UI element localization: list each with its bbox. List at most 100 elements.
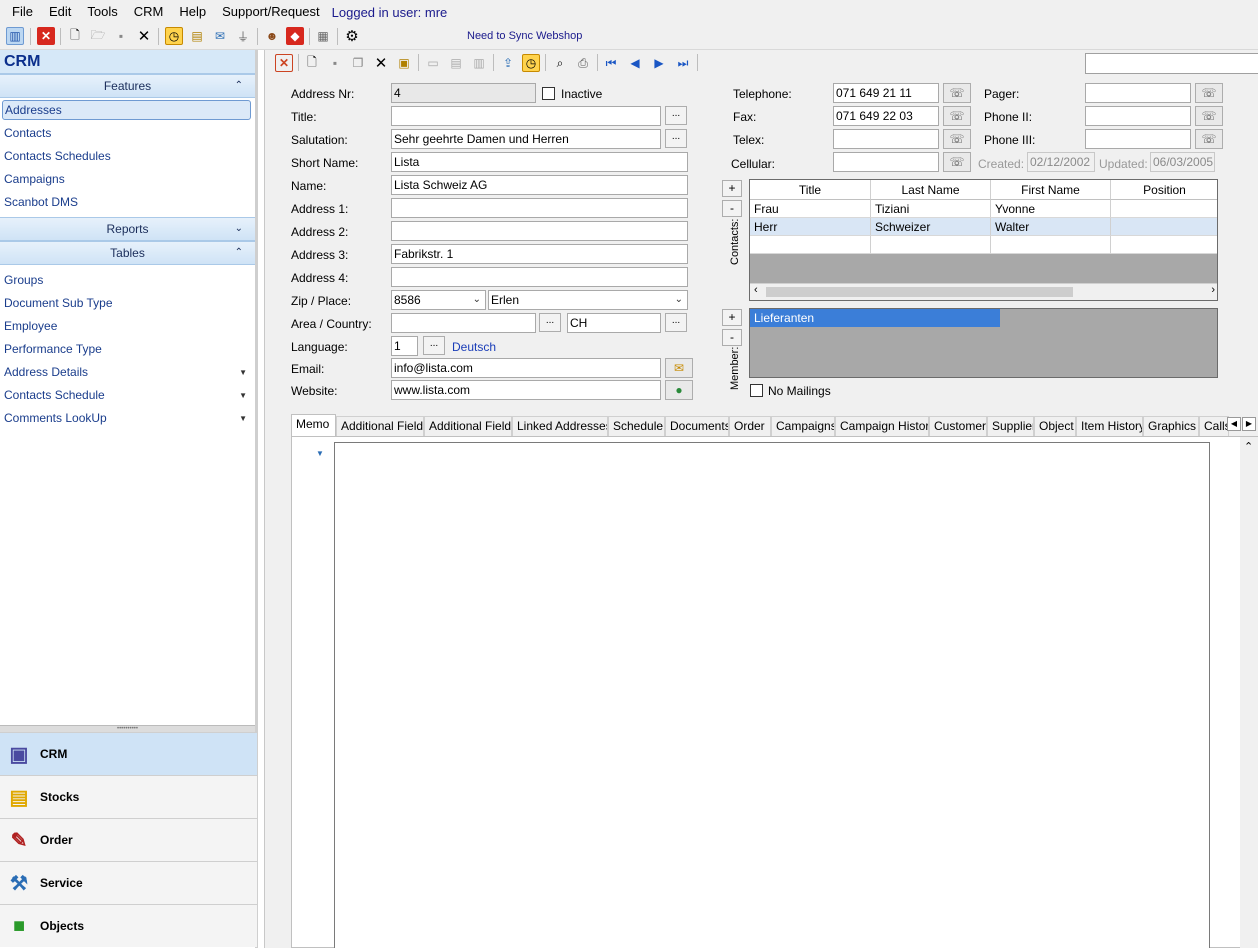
no-mailings-checkbox[interactable] <box>750 384 763 397</box>
short-name-field[interactable]: Lista <box>391 152 688 172</box>
dial-telephone-icon[interactable]: ☏ <box>943 83 971 103</box>
open-folder-icon[interactable]: 🗁 <box>89 27 107 45</box>
tab-linked-addresses[interactable]: Linked Addresses <box>512 416 608 436</box>
telephone-field[interactable]: 071 649 21 11 <box>833 83 939 103</box>
area-lookup-button[interactable]: ... <box>539 313 561 332</box>
table-cell[interactable] <box>1111 200 1217 218</box>
dial-phone2-icon[interactable]: ☏ <box>1195 106 1223 126</box>
tab-campaigns[interactable]: Campaigns <box>771 416 835 436</box>
menu-support-request[interactable]: Support/Request <box>214 0 328 24</box>
pager-field[interactable] <box>1085 83 1191 103</box>
address4-field[interactable] <box>391 267 688 287</box>
memo-textarea[interactable] <box>334 442 1210 948</box>
sidebar-item-document-sub-type[interactable]: Document Sub Type <box>0 292 255 315</box>
menu-edit[interactable]: Edit <box>41 0 79 24</box>
address1-field[interactable] <box>391 198 688 218</box>
tab-scroll-right-icon[interactable]: ▶ <box>1242 417 1256 431</box>
module-stocks[interactable]: ▤ Stocks <box>0 775 257 818</box>
grid-icon[interactable]: ▦ <box>314 27 332 45</box>
title-lookup-button[interactable]: ... <box>665 106 687 125</box>
tab-additional-fields-2[interactable]: Additional Fields <box>424 416 512 436</box>
tab-additional-fields-1[interactable]: Additional Fields <box>336 416 424 436</box>
sidebar-item-performance-type[interactable]: Performance Type <box>0 338 255 361</box>
sync-webshop-link[interactable]: Need to Sync Webshop <box>467 30 582 42</box>
module-order[interactable]: ✎ Order <box>0 818 257 861</box>
sidebar-item-contacts[interactable]: Contacts <box>0 122 255 145</box>
sidebar-item-scanbot-dms[interactable]: Scanbot DMS <box>0 191 255 214</box>
tab-object[interactable]: Object <box>1034 416 1076 436</box>
scroll-right-icon[interactable]: › <box>1211 284 1215 296</box>
mail-icon[interactable]: ✉ <box>211 27 229 45</box>
gear-icon[interactable]: ⚙ <box>343 27 361 45</box>
address2-field[interactable] <box>391 221 688 241</box>
language-lookup-button[interactable]: ... <box>423 336 445 355</box>
menu-tools[interactable]: Tools <box>79 0 125 24</box>
tab-scroll-left-icon[interactable]: ◀ <box>1227 417 1241 431</box>
sidebar-item-contacts-schedules[interactable]: Contacts Schedules <box>0 145 255 168</box>
next-record-icon[interactable]: ▶ <box>650 54 668 72</box>
last-record-icon[interactable]: ⏭ <box>674 54 692 72</box>
tab-calls[interactable]: Calls <box>1199 416 1229 436</box>
module-crm[interactable]: ▣ CRM <box>0 732 257 775</box>
tab-memo[interactable]: Memo <box>291 414 336 437</box>
sidebar-item-contacts-schedule[interactable]: Contacts Schedule ▼ <box>0 384 255 407</box>
sidebar-item-employee[interactable]: Employee <box>0 315 255 338</box>
red-diamond-icon[interactable]: ◆ <box>286 27 304 45</box>
quick-search-input[interactable] <box>1085 53 1258 74</box>
sidebar-splitter[interactable]: •••••••••• <box>0 725 255 732</box>
dial-telex-icon[interactable]: ☏ <box>943 129 971 149</box>
tab-campaign-history[interactable]: Campaign History <box>835 416 929 436</box>
address-nr-field[interactable]: 4 <box>391 83 536 103</box>
dial-cellular-icon[interactable]: ☏ <box>943 152 971 172</box>
new-row-cell[interactable] <box>871 236 991 254</box>
remove-member-button[interactable]: - <box>722 329 742 346</box>
email-field[interactable]: info@lista.com <box>391 358 661 378</box>
table-cell[interactable] <box>1111 218 1217 236</box>
table-cell[interactable]: Tiziani <box>871 200 991 218</box>
reports-group-header[interactable]: Reports ⌄ <box>0 217 255 241</box>
sidebar-item-campaigns[interactable]: Campaigns <box>0 168 255 191</box>
delete-record-icon[interactable]: ✕ <box>372 54 390 72</box>
paste-icon[interactable]: ▣ <box>395 54 413 72</box>
module-objects[interactable]: ■ Objects <box>0 904 257 947</box>
clock-icon[interactable]: ◷ <box>165 27 183 45</box>
tab-graphics[interactable]: Graphics <box>1143 416 1199 436</box>
dial-pager-icon[interactable]: ☏ <box>1195 83 1223 103</box>
menu-file[interactable]: File <box>4 0 41 24</box>
tab-item-history[interactable]: Item History <box>1076 416 1143 436</box>
salutation-field[interactable]: Sehr geehrte Damen und Herren <box>391 129 661 149</box>
delete-icon[interactable]: ✕ <box>135 27 153 45</box>
column-header-last-name[interactable]: Last Name <box>871 180 991 200</box>
print-icon[interactable]: ⎙ <box>574 54 592 72</box>
add-member-button[interactable]: + <box>722 309 742 326</box>
tables-group-header[interactable]: Tables ⌃ <box>0 241 255 265</box>
filter-icon[interactable]: ⏚ <box>234 27 252 45</box>
sidebar-item-address-details[interactable]: Address Details ▼ <box>0 361 255 384</box>
inactive-checkbox[interactable] <box>542 87 555 100</box>
language-name-link[interactable]: Deutsch <box>452 340 496 354</box>
country-lookup-button[interactable]: ... <box>665 313 687 332</box>
memo-dropdown-icon[interactable]: ▼ <box>316 449 324 458</box>
document-icon[interactable]: ▥ <box>470 54 488 72</box>
list-icon[interactable]: ▤ <box>447 54 465 72</box>
table-cell[interactable]: Walter <box>991 218 1111 236</box>
memo-vertical-scrollbar[interactable]: ⌃ <box>1240 437 1258 948</box>
close-red-icon[interactable]: ✕ <box>37 27 55 45</box>
menu-crm[interactable]: CRM <box>126 0 172 24</box>
tab-documents[interactable]: Documents <box>665 416 729 436</box>
sidebar-item-addresses[interactable]: Addresses <box>2 100 251 120</box>
zip-select[interactable]: 8586 ⌄ <box>391 290 486 310</box>
close-record-icon[interactable]: ✕ <box>275 54 293 72</box>
scroll-left-icon[interactable]: ‹ <box>754 284 758 296</box>
first-record-icon[interactable]: ⏮ <box>602 54 620 72</box>
stack-icon[interactable]: ▤ <box>188 27 206 45</box>
new-row-cell[interactable] <box>750 236 871 254</box>
features-group-header[interactable]: Features ⌃ <box>0 74 255 98</box>
scroll-thumb[interactable] <box>766 287 1073 297</box>
previous-record-icon[interactable]: ◀ <box>626 54 644 72</box>
table-cell[interactable]: Schweizer <box>871 218 991 236</box>
fax-field[interactable]: 071 649 22 03 <box>833 106 939 126</box>
print-preview-icon[interactable]: ⌕ <box>551 54 569 72</box>
address3-field[interactable]: Fabrikstr. 1 <box>391 244 688 264</box>
new-row-cell[interactable] <box>1111 236 1217 254</box>
